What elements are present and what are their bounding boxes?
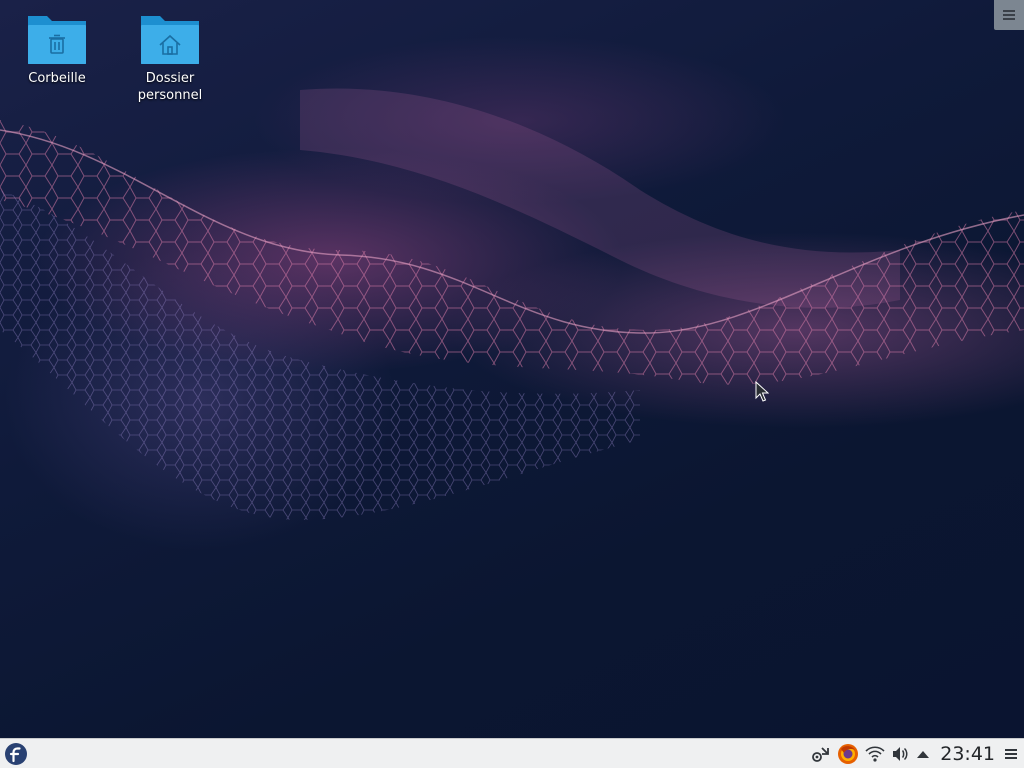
taskbar: 23:41 — [0, 738, 1024, 768]
desktop-icon-label: Corbeille — [28, 71, 86, 86]
hamburger-menu-icon — [1005, 749, 1017, 759]
digital-clock[interactable]: 23:41 — [940, 743, 995, 765]
volume-icon[interactable] — [891, 743, 909, 765]
desktop-icon-label: Dossier personnel — [137, 71, 203, 103]
hamburger-menu-icon — [1003, 10, 1015, 20]
wifi-icon[interactable] — [865, 743, 885, 765]
updates-icon[interactable] — [811, 743, 831, 765]
firefox-icon[interactable] — [837, 743, 859, 765]
system-tray: 23:41 — [808, 739, 1024, 769]
desktop-background[interactable]: Corbeille Dossier personnel — [0, 0, 1024, 738]
mouse-pointer-icon — [755, 381, 769, 402]
trash-folder-icon — [28, 16, 86, 64]
home-folder-icon — [141, 16, 199, 64]
desktop-toolbox-button[interactable] — [994, 0, 1024, 30]
desktop-icon-home[interactable]: Dossier personnel — [120, 12, 220, 104]
desktop-icon-trash[interactable]: Corbeille — [7, 12, 107, 87]
panel-menu-button[interactable] — [1004, 743, 1018, 765]
wallpaper-mesh — [0, 88, 1024, 520]
fedora-logo-icon[interactable] — [4, 742, 28, 766]
expand-tray-arrow-icon[interactable] — [915, 743, 931, 765]
